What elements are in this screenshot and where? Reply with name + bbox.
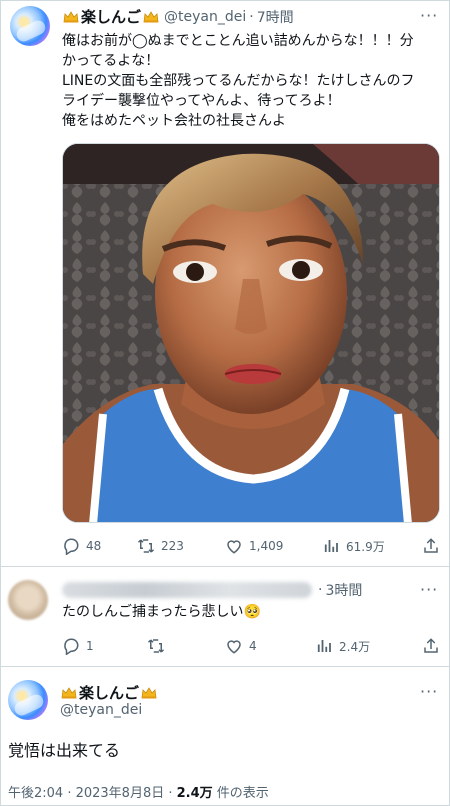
blurred-user-name [62, 582, 312, 598]
share-button[interactable] [422, 537, 440, 555]
dot-separator: · [318, 582, 323, 598]
like-button[interactable]: 1,409 [225, 537, 283, 555]
handle[interactable]: @teyan_dei [164, 9, 246, 25]
display-name[interactable]: 楽しんご [79, 682, 139, 703]
footer-view-count: 2.4万 [176, 786, 213, 801]
crown-icon [63, 10, 79, 23]
reply-button[interactable]: 48 [62, 537, 101, 555]
crown-icon [61, 686, 77, 699]
avatar[interactable] [10, 6, 50, 46]
divider [0, 566, 450, 567]
tweet-photo[interactable] [62, 143, 440, 523]
like-count: 1,409 [249, 539, 284, 553]
retweet-button[interactable] [147, 637, 165, 655]
like-button[interactable]: 4 [225, 637, 257, 655]
reply-header: · 3時間 [318, 580, 362, 600]
share-button[interactable] [422, 637, 440, 655]
like-icon [227, 540, 241, 554]
tweet-actions: 48 223 1,409 61.9万 [62, 534, 440, 558]
tweet-text: 覚悟は出来てる [8, 741, 121, 760]
divider [0, 666, 450, 667]
retweet-button[interactable]: 223 [137, 537, 184, 555]
avatar[interactable] [8, 580, 48, 620]
avatar[interactable] [8, 680, 48, 720]
tweet-line: 俺はお前が◯ぬまでとことん追い詰めんからな！！！分 [62, 33, 414, 49]
tweet-text: 俺はお前が◯ぬまでとことん追い詰めんからな！！！分 かってるよな！ LINEの文… [62, 31, 415, 131]
reply-icon [64, 538, 79, 555]
share-icon [424, 638, 438, 653]
tweet-line: ライデー襲撃位やってやんよ、待ってろよ！ [62, 93, 341, 109]
reply-icon [64, 638, 79, 655]
tweet-line: LINEの文面も全部残ってるんだからな！たけしさんのフ [62, 73, 415, 89]
like-count: 4 [249, 639, 257, 653]
footer-view-label: 件の表示 [212, 786, 269, 801]
crown-icon [143, 10, 159, 23]
footer-timestamp[interactable]: 午後2:04 · 2023年8月8日 · [8, 786, 177, 801]
views-button[interactable]: 61.9万 [322, 537, 385, 555]
crown-icon [141, 686, 157, 699]
timestamp[interactable]: 3時間 [325, 580, 362, 600]
views-button[interactable]: 2.4万 [315, 637, 370, 655]
handle[interactable]: @teyan_dei [60, 702, 142, 718]
reply-actions: 1 4 2.4万 [62, 634, 440, 658]
more-icon[interactable]: ··· [420, 580, 438, 599]
views-icon [324, 540, 338, 552]
more-icon[interactable]: ··· [420, 682, 438, 701]
tweet-footer: 午後2:04 · 2023年8月8日 · 2.4万 件の表示 [8, 782, 269, 801]
reply-count: 1 [86, 639, 94, 653]
selfie-image [63, 144, 439, 522]
display-name[interactable]: 楽しんご [81, 6, 141, 27]
timestamp[interactable]: 7時間 [257, 7, 294, 27]
like-icon [227, 640, 241, 654]
reply-button[interactable]: 1 [62, 637, 94, 655]
reply-text: たのしんご捕まったら悲しい🥺 [62, 604, 261, 620]
more-icon[interactable]: ··· [420, 6, 438, 25]
retweet-icon [147, 639, 165, 653]
retweet-icon [137, 539, 155, 553]
dot-separator: · [249, 8, 254, 25]
tweet-header: 楽しんご @teyan_dei · 7時間 [62, 6, 294, 27]
retweet-count: 223 [161, 539, 184, 553]
views-count: 2.4万 [339, 639, 371, 654]
share-icon [424, 538, 438, 553]
tweet-header: 楽しんご [60, 682, 158, 703]
tweet-line: 俺をはめたペット会社の社長さんよ [62, 113, 286, 129]
views-count: 61.9万 [346, 539, 385, 554]
reply-count: 48 [86, 539, 102, 553]
tweet-line: かってるよな！ [62, 53, 160, 69]
views-icon [317, 640, 331, 652]
